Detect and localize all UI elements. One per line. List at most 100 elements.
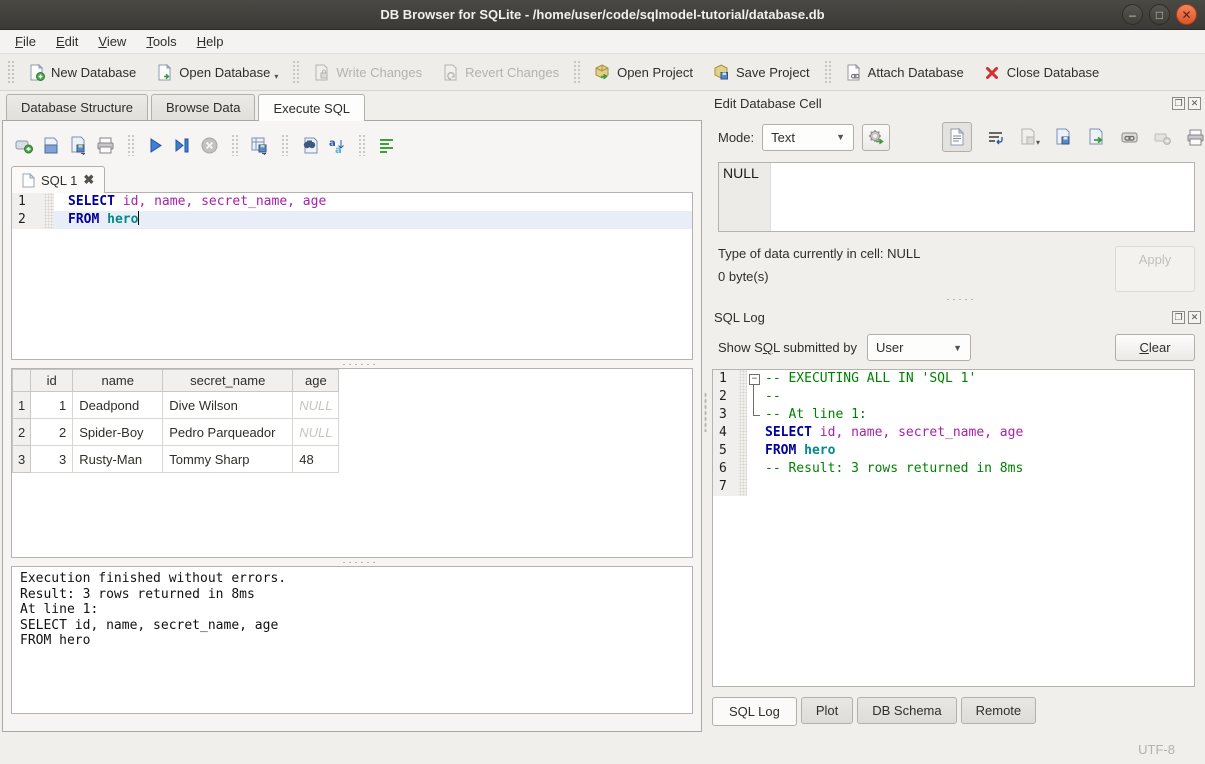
gear-refresh-icon bbox=[867, 128, 885, 146]
cell-text-area[interactable] bbox=[771, 163, 1194, 231]
cell-size-info: 0 byte(s) bbox=[718, 269, 1115, 284]
fold-marker-icon[interactable] bbox=[747, 370, 763, 388]
dock-splitter[interactable] bbox=[710, 292, 1205, 306]
open-project-button[interactable]: Open Project bbox=[584, 58, 703, 87]
cell-value-editor[interactable]: NULL bbox=[718, 162, 1195, 232]
table-cell[interactable]: Tommy Sharp bbox=[163, 446, 293, 473]
row-header[interactable]: 2 bbox=[13, 419, 31, 446]
toolbar-drag-handle[interactable] bbox=[7, 60, 15, 84]
link-data-icon[interactable] bbox=[1120, 128, 1139, 147]
menu-tools[interactable]: Tools bbox=[137, 32, 185, 51]
table-cell[interactable]: NULL bbox=[293, 419, 339, 446]
table-cell[interactable]: Rusty-Man bbox=[73, 446, 163, 473]
close-database-button[interactable]: Close Database bbox=[974, 58, 1110, 87]
format-sql-icon[interactable]: aa bbox=[327, 136, 346, 155]
tab-plot[interactable]: Plot bbox=[801, 697, 853, 724]
save-sql-icon[interactable] bbox=[69, 136, 88, 155]
clear-button[interactable]: Clear bbox=[1115, 334, 1195, 361]
execute-line-icon[interactable] bbox=[173, 136, 192, 155]
tab-browse-data[interactable]: Browse Data bbox=[151, 94, 255, 120]
results-table: idnamesecret_nameage11DeadpondDive Wilso… bbox=[12, 369, 339, 473]
sql-doc-tab[interactable]: SQL 1 ✖ bbox=[11, 166, 105, 193]
execute-all-icon[interactable] bbox=[146, 136, 165, 155]
log-line[interactable]: 4SELECT id, name, secret_name, age bbox=[713, 424, 1194, 442]
grid-corner[interactable] bbox=[13, 370, 31, 392]
results-message-splitter[interactable] bbox=[11, 558, 693, 566]
print-icon[interactable] bbox=[96, 136, 115, 155]
window-title: DB Browser for SQLite - /home/user/code/… bbox=[0, 7, 1205, 22]
print-cell-icon[interactable] bbox=[1186, 128, 1205, 147]
attach-database-button[interactable]: Attach Database bbox=[835, 58, 974, 87]
line-number: 1 bbox=[713, 370, 739, 388]
menu-file[interactable]: File bbox=[6, 32, 45, 51]
menu-edit[interactable]: Edit bbox=[47, 32, 87, 51]
table-cell[interactable]: 1 bbox=[31, 392, 73, 419]
close-dock-icon[interactable]: ✕ bbox=[1188, 311, 1201, 324]
log-line[interactable]: 6-- Result: 3 rows returned in 8ms bbox=[713, 460, 1194, 478]
tab-db-schema[interactable]: DB Schema bbox=[857, 697, 956, 724]
fold-column bbox=[747, 460, 763, 478]
table-cell[interactable]: 3 bbox=[31, 446, 73, 473]
open-database-label: Open Database bbox=[179, 65, 270, 80]
submitter-combobox[interactable]: User ▼ bbox=[867, 334, 971, 361]
table-cell[interactable]: 48 bbox=[293, 446, 339, 473]
find-replace-icon[interactable] bbox=[300, 136, 319, 155]
table-cell[interactable]: Deadpond bbox=[73, 392, 163, 419]
tab-remote[interactable]: Remote bbox=[961, 697, 1037, 724]
column-header-name[interactable]: name bbox=[73, 370, 163, 392]
open-sql-icon[interactable] bbox=[42, 136, 61, 155]
minimize-button[interactable]: – bbox=[1122, 4, 1143, 25]
new-tab-icon[interactable] bbox=[15, 136, 34, 155]
editor-line[interactable]: 1SELECT id, name, secret_name, age bbox=[12, 193, 692, 211]
menu-view[interactable]: View bbox=[89, 32, 135, 51]
export-cell-icon[interactable] bbox=[1087, 128, 1106, 147]
editor-results-splitter[interactable] bbox=[11, 360, 693, 368]
close-button[interactable]: ✕ bbox=[1176, 4, 1197, 25]
toggle-comment-icon[interactable] bbox=[377, 136, 396, 155]
row-header[interactable]: 1 bbox=[13, 392, 31, 419]
close-dock-icon[interactable]: ✕ bbox=[1188, 97, 1201, 110]
log-line[interactable]: 3-- At line 1: bbox=[713, 406, 1194, 424]
import-cell-icon[interactable] bbox=[1054, 128, 1073, 147]
save-results-icon[interactable] bbox=[250, 136, 269, 155]
open-database-button[interactable]: Open Database ▾ bbox=[146, 58, 288, 87]
float-dock-icon[interactable]: ❐ bbox=[1172, 311, 1185, 324]
mode-combobox[interactable]: Text ▼ bbox=[762, 124, 854, 151]
execution-message-box[interactable]: Execution finished without errors. Resul… bbox=[11, 566, 693, 714]
close-sql-tab-icon[interactable]: ✖ bbox=[83, 172, 94, 188]
maximize-button[interactable]: □ bbox=[1149, 4, 1170, 25]
open-project-label: Open Project bbox=[617, 65, 693, 80]
menu-help[interactable]: Help bbox=[188, 32, 233, 51]
encoding-indicator[interactable]: UTF-8 bbox=[1138, 742, 1175, 757]
column-header-secret_name[interactable]: secret_name bbox=[163, 370, 293, 392]
column-header-id[interactable]: id bbox=[31, 370, 73, 392]
table-cell[interactable]: Pedro Parqueador bbox=[163, 419, 293, 446]
tab-sql-log[interactable]: SQL Log bbox=[712, 697, 797, 726]
log-line[interactable]: 2-- bbox=[713, 388, 1194, 406]
editor-line[interactable]: 2FROM hero bbox=[12, 211, 692, 229]
auto-switch-mode-button[interactable] bbox=[862, 124, 890, 151]
table-cell[interactable]: 2 bbox=[31, 419, 73, 446]
column-header-age[interactable]: age bbox=[293, 370, 339, 392]
row-header[interactable]: 3 bbox=[13, 446, 31, 473]
table-cell[interactable]: NULL bbox=[293, 392, 339, 419]
new-database-button[interactable]: New Database bbox=[18, 58, 146, 87]
fold-margin bbox=[739, 388, 747, 406]
float-dock-icon[interactable]: ❐ bbox=[1172, 97, 1185, 110]
main-vertical-splitter[interactable] bbox=[701, 92, 710, 732]
text-mode-button[interactable] bbox=[942, 122, 972, 152]
tab-database-structure[interactable]: Database Structure bbox=[6, 94, 148, 120]
tab-execute-sql[interactable]: Execute SQL bbox=[258, 94, 365, 121]
table-cell[interactable]: Dive Wilson bbox=[163, 392, 293, 419]
sql-log-view[interactable]: 1-- EXECUTING ALL IN 'SQL 1'2--3-- At li… bbox=[712, 369, 1195, 687]
save-project-button[interactable]: Save Project bbox=[703, 58, 820, 87]
log-line[interactable]: 7 bbox=[713, 478, 1194, 496]
log-line[interactable]: 5FROM hero bbox=[713, 442, 1194, 460]
line-number: 5 bbox=[713, 442, 739, 460]
sql-editor[interactable]: 1SELECT id, name, secret_name, age2FROM … bbox=[11, 192, 693, 360]
line-number: 2 bbox=[713, 388, 739, 406]
log-line[interactable]: 1-- EXECUTING ALL IN 'SQL 1' bbox=[713, 370, 1194, 388]
word-wrap-icon[interactable] bbox=[986, 128, 1005, 147]
open-database-dropdown-icon[interactable]: ▾ bbox=[274, 72, 278, 81]
table-cell[interactable]: Spider-Boy bbox=[73, 419, 163, 446]
